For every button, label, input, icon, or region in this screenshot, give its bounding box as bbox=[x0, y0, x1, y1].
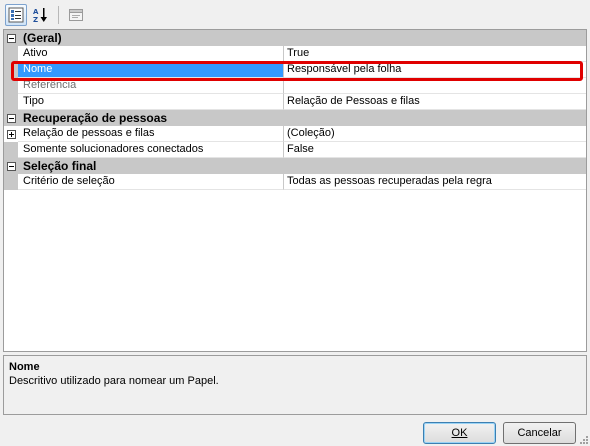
expand-icon[interactable] bbox=[6, 129, 16, 139]
resize-grip-icon[interactable] bbox=[578, 434, 588, 444]
categorized-button[interactable] bbox=[5, 4, 27, 26]
categorized-icon bbox=[8, 7, 24, 23]
category-geral[interactable]: (Geral) bbox=[4, 30, 586, 46]
property-row-referencia[interactable]: Referência bbox=[4, 78, 586, 94]
property-name: Ativo bbox=[18, 46, 284, 62]
property-name: Referência bbox=[18, 78, 284, 94]
sort-a-glyph: A bbox=[33, 8, 39, 16]
property-name: Somente solucionadores conectados bbox=[18, 142, 284, 158]
property-row-criterio[interactable]: Critério de seleção Todas as pessoas rec… bbox=[4, 174, 586, 190]
property-value[interactable]: Todas as pessoas recuperadas pela regra bbox=[284, 174, 586, 190]
help-title: Nome bbox=[9, 361, 40, 373]
property-row-tipo[interactable]: Tipo Relação de Pessoas e filas bbox=[4, 94, 586, 110]
help-description: Descritivo utilizado para nomear um Pape… bbox=[9, 375, 219, 387]
ok-label: OK bbox=[451, 427, 468, 439]
toolbar-separator bbox=[58, 6, 59, 24]
collapse-icon[interactable] bbox=[6, 33, 16, 43]
collapse-icon[interactable] bbox=[6, 113, 16, 123]
property-pages-button[interactable] bbox=[65, 4, 87, 26]
category-selecao[interactable]: Seleção final bbox=[4, 158, 586, 174]
property-value[interactable]: (Coleção) bbox=[284, 126, 586, 142]
property-row-nome[interactable]: Nome Responsável pela folha bbox=[4, 62, 586, 78]
property-name: Tipo bbox=[18, 94, 284, 110]
category-label: (Geral) bbox=[23, 31, 62, 45]
collapse-icon[interactable] bbox=[6, 161, 16, 171]
property-value[interactable]: Relação de Pessoas e filas bbox=[284, 94, 586, 110]
property-name: Relação de pessoas e filas bbox=[18, 126, 284, 142]
category-label: Seleção final bbox=[23, 159, 97, 173]
sort-z-glyph: Z bbox=[33, 16, 38, 24]
property-value[interactable] bbox=[284, 78, 586, 94]
ok-button[interactable]: OK bbox=[423, 422, 496, 444]
property-name-selected: Nome bbox=[18, 62, 284, 78]
toolbar: A Z bbox=[2, 3, 588, 27]
property-pages-icon bbox=[69, 9, 83, 21]
property-row-ativo[interactable]: Ativo True bbox=[4, 46, 586, 62]
property-value[interactable]: True bbox=[284, 46, 586, 62]
category-label: Recuperação de pessoas bbox=[23, 111, 168, 125]
property-name: Critério de seleção bbox=[18, 174, 284, 190]
alphabetical-button[interactable]: A Z bbox=[30, 4, 52, 26]
category-recuperacao[interactable]: Recuperação de pessoas bbox=[4, 110, 586, 126]
sort-az-icon: A Z bbox=[33, 8, 47, 24]
property-value[interactable]: False bbox=[284, 142, 586, 158]
cancel-label: Cancelar bbox=[517, 427, 562, 439]
property-value[interactable]: Responsável pela folha bbox=[284, 62, 586, 78]
property-row-somente[interactable]: Somente solucionadores conectados False bbox=[4, 142, 586, 158]
property-row-relacao[interactable]: Relação de pessoas e filas (Coleção) bbox=[4, 126, 586, 142]
help-panel: Nome Descritivo utilizado para nomear um… bbox=[3, 355, 587, 415]
property-grid: (Geral) Ativo True Nome Responsável pela… bbox=[3, 29, 587, 352]
cancel-button[interactable]: Cancelar bbox=[503, 422, 576, 444]
